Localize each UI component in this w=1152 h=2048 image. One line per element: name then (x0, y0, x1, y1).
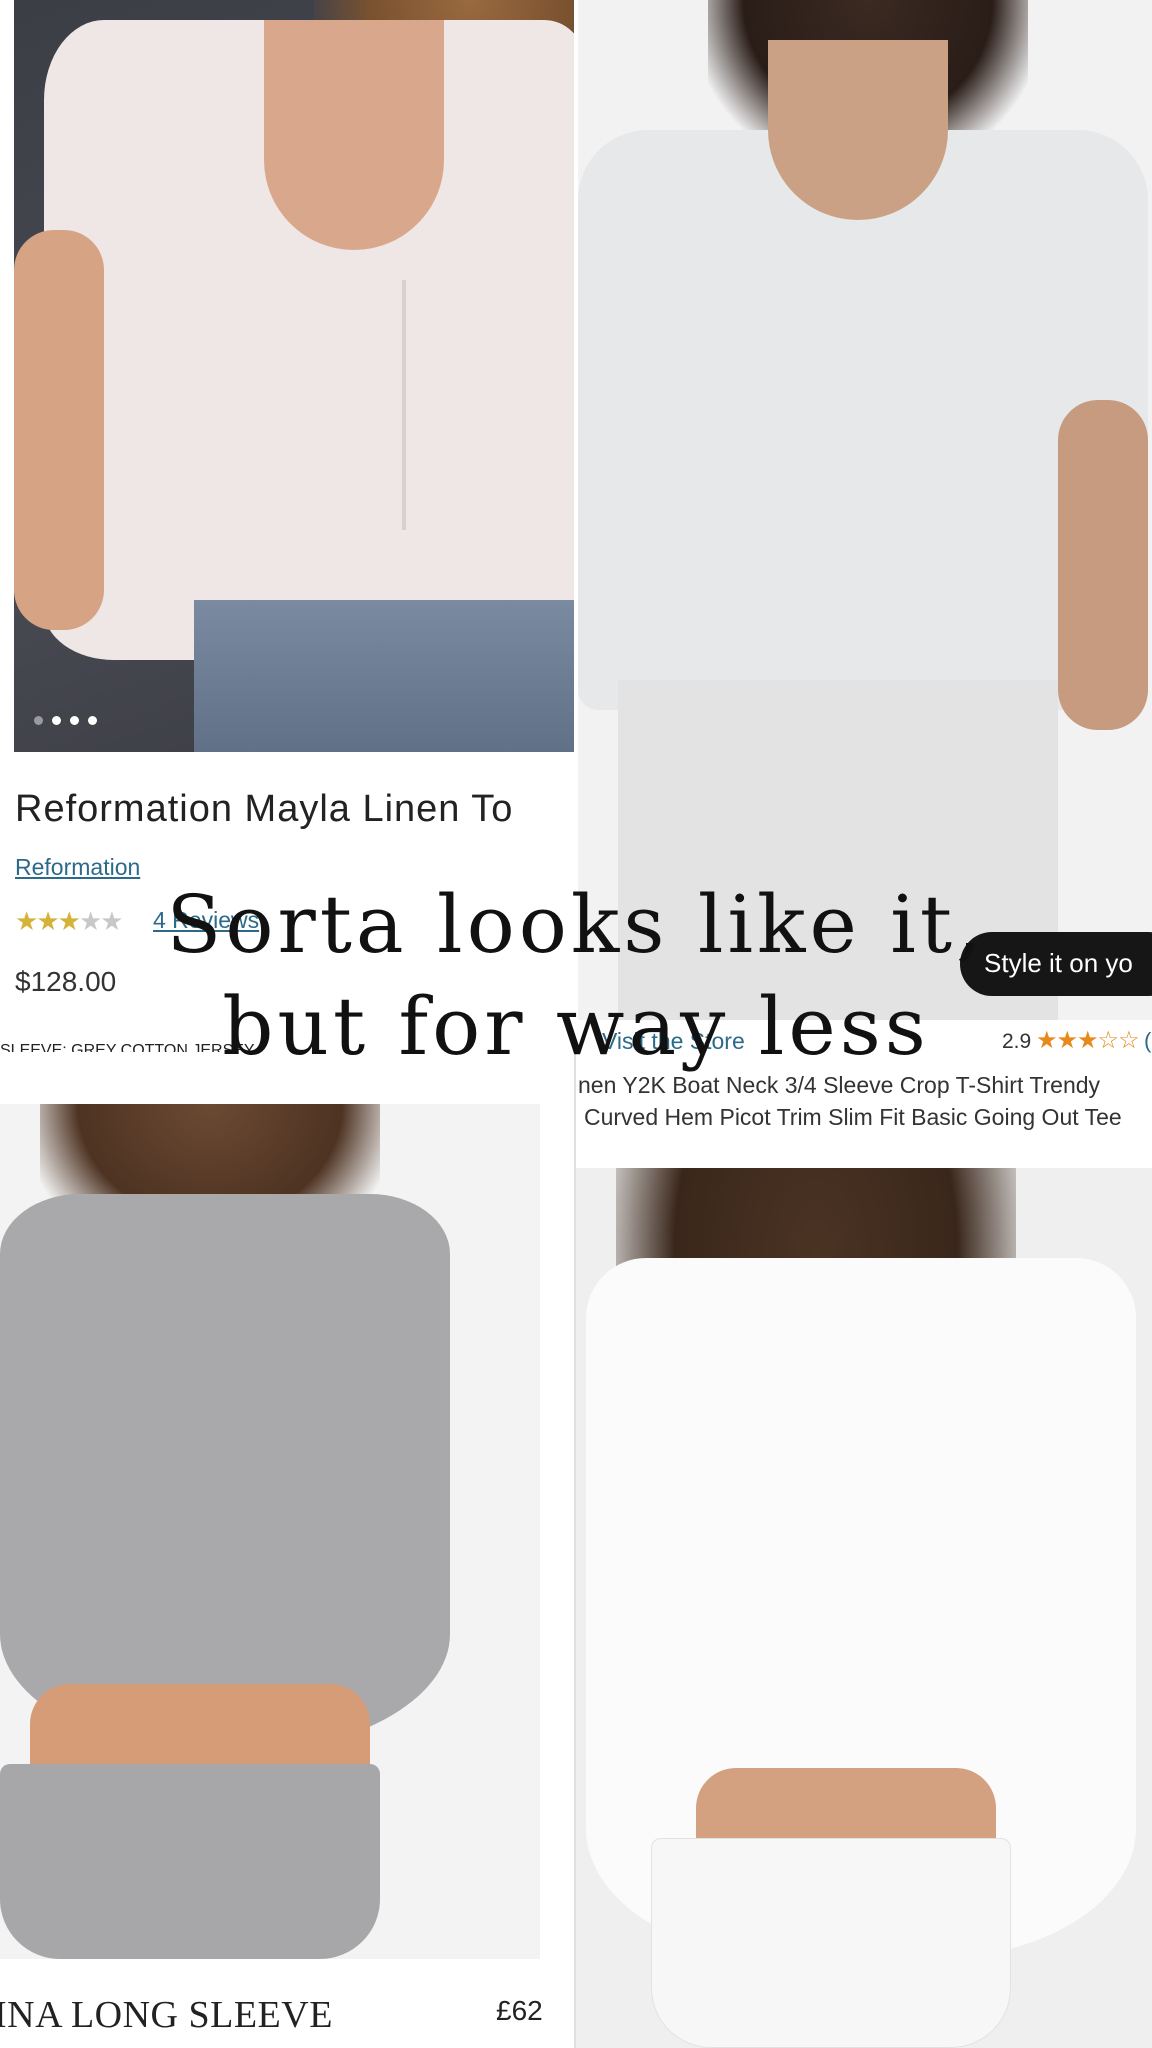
tie-string (402, 280, 406, 530)
headline-line-1: Sorta looks like it, (166, 878, 986, 971)
product-price: £62 (496, 1995, 543, 2026)
amazon-product-photo[interactable] (578, 0, 1152, 1020)
brand-link[interactable]: Reformation (15, 854, 140, 881)
product-title-line: Curved Hem Picot Trim Slim Fit Basic Goi… (584, 1104, 1122, 1130)
model-arm (14, 230, 104, 630)
white-longsleeve-photo[interactable] (576, 1168, 1152, 2048)
jeans (194, 600, 574, 752)
product-title: Reformation Mayla Linen To (15, 788, 514, 830)
model-arm (1058, 400, 1148, 730)
grey-longsleeve-photo[interactable] (0, 1104, 540, 1959)
model-neckline (264, 20, 444, 250)
carousel-dots[interactable] (34, 716, 97, 725)
headline-line-2: but for way less (222, 980, 930, 1073)
grey-shorts (0, 1764, 380, 1959)
divider (574, 1050, 576, 2048)
grey-product-info: INA LONG SLEEVE £62 (0, 1959, 574, 2048)
white-shorts (651, 1838, 1011, 2048)
model-neckline (768, 40, 948, 220)
grey-longsleeve-garment (0, 1194, 450, 1754)
carousel-dot[interactable] (88, 716, 97, 725)
reformation-product-photo[interactable] (14, 0, 574, 752)
product-title-line: nen Y2K Boat Neck 3/4 Sleeve Crop T-Shir… (578, 1072, 1101, 1098)
carousel-dot[interactable] (52, 716, 61, 725)
carousel-dot[interactable] (34, 716, 43, 725)
carousel-dot[interactable] (70, 716, 79, 725)
product-name: INA LONG SLEEVE (0, 1994, 333, 2036)
